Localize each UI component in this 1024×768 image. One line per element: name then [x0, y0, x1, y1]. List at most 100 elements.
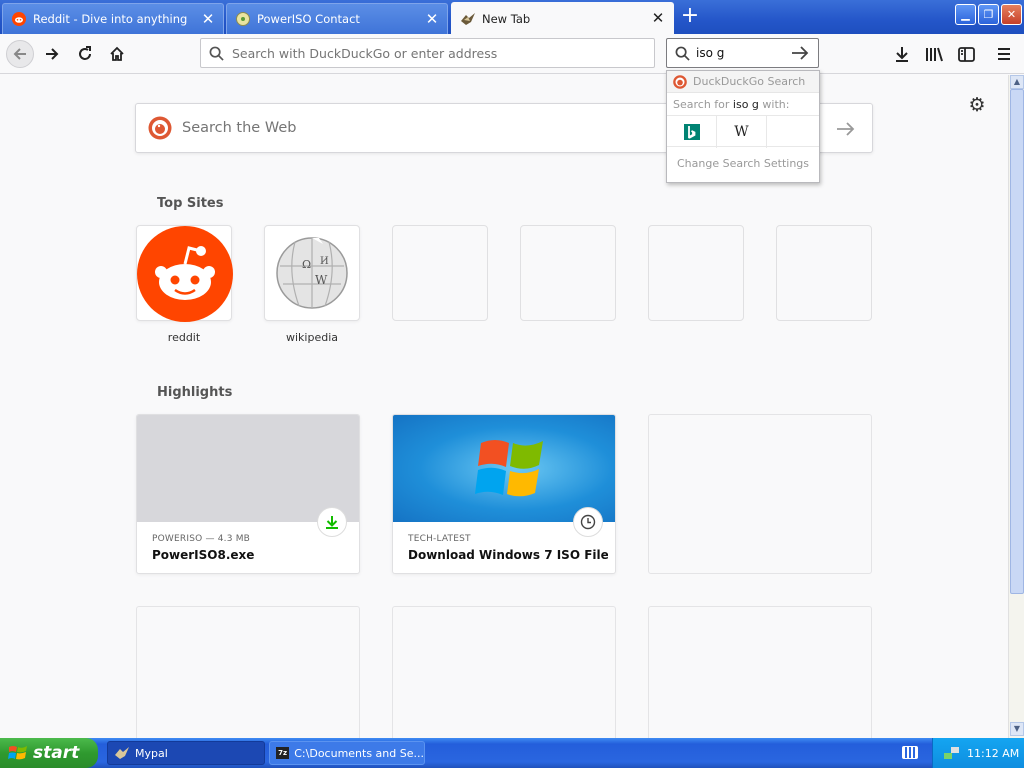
search-icon: [675, 46, 690, 61]
dropdown-header: DuckDuckGo Search: [667, 71, 819, 93]
task-mypal[interactable]: Mypal: [107, 741, 265, 765]
downloads-button[interactable]: [888, 40, 916, 68]
svg-text:И: И: [320, 256, 329, 267]
highlights-heading: Highlights: [157, 385, 233, 400]
gear-icon[interactable]: ⚙: [967, 95, 987, 115]
task-label: Mypal: [135, 746, 168, 760]
download-icon: [317, 507, 347, 537]
tab-poweriso[interactable]: PowerISO Contact ✕: [226, 3, 448, 34]
mypal-app-icon: [115, 747, 129, 759]
address-input[interactable]: [232, 45, 632, 61]
top-site-empty: [520, 225, 616, 321]
back-arrow-icon: [13, 48, 26, 60]
svg-text:Ω: Ω: [302, 258, 311, 271]
restore-button[interactable]: ❐: [978, 4, 999, 25]
hamburger-menu-icon: [998, 48, 1010, 60]
reload-button[interactable]: [71, 40, 99, 68]
search-for-suffix: with:: [758, 97, 790, 111]
new-tab-page: ⚙ Top Sites reddit ΩИW wikipedia Highlig…: [0, 75, 1008, 738]
duckduckgo-logo-icon: [673, 74, 687, 89]
tab-strip: Reddit - Dive into anything ✕ PowerISO C…: [0, 0, 1024, 34]
sidebar-icon: [957, 46, 975, 62]
highlight-card-poweriso[interactable]: POWERISO — 4.3 MB PowerISO8.exe: [136, 414, 360, 574]
windows-flag-icon: [8, 746, 27, 760]
wikipedia-globe-icon: Ω ИW: [276, 237, 348, 309]
engine-name: DuckDuckGo Search: [693, 75, 806, 88]
search-input[interactable]: [696, 46, 791, 60]
library-icon: [926, 47, 943, 62]
task-label: C:\Documents and Se...: [294, 746, 424, 760]
svg-text:W: W: [315, 273, 328, 287]
top-sites-heading: Top Sites: [157, 196, 224, 211]
go-arrow-icon[interactable]: [791, 45, 809, 61]
tab-label: New Tab: [482, 11, 531, 26]
reddit-favicon: [11, 11, 27, 27]
search-for-line: Search for iso g with:: [667, 93, 819, 115]
scroll-down-arrow-icon[interactable]: ▼: [1010, 722, 1024, 736]
scroll-up-arrow-icon[interactable]: ▲: [1010, 75, 1024, 89]
bing-icon: [683, 124, 700, 140]
reload-icon: [79, 46, 91, 60]
network-icon[interactable]: [943, 745, 961, 761]
bing-engine-button[interactable]: [667, 116, 717, 148]
highlight-card-windows7[interactable]: TECH-LATEST Download Windows 7 ISO File …: [392, 414, 616, 574]
close-tab-icon[interactable]: ✕: [425, 11, 439, 26]
search-bar[interactable]: [666, 38, 819, 68]
mypal-favicon: [460, 11, 476, 27]
highlight-empty: [136, 606, 360, 738]
card-thumbnail: [137, 415, 359, 522]
download-icon: [896, 47, 908, 62]
home-button[interactable]: [103, 40, 131, 68]
highlight-empty: [648, 606, 872, 738]
poweriso-favicon: [235, 11, 251, 27]
minimize-button[interactable]: ▁: [955, 4, 976, 25]
engine-slot-empty: [767, 116, 817, 148]
sidebar-button[interactable]: [952, 40, 980, 68]
wikipedia-engine-button[interactable]: W: [717, 116, 767, 148]
card-title: Download Windows 7 ISO File (U...: [408, 548, 608, 562]
windows-logo-icon: [475, 440, 543, 497]
menu-button[interactable]: [990, 40, 1018, 68]
address-bar[interactable]: [200, 38, 655, 68]
engine-list: W: [667, 115, 819, 148]
top-site-label: reddit: [167, 331, 201, 344]
task-7zip[interactable]: 7z C:\Documents and Se...: [269, 741, 425, 765]
forward-button[interactable]: [38, 40, 66, 68]
close-tab-icon[interactable]: ✕: [201, 11, 215, 26]
reddit-logo-icon: [137, 226, 233, 322]
search-arrow-icon[interactable]: [836, 120, 856, 138]
card-title: PowerISO8.exe: [152, 548, 255, 562]
wikipedia-icon: W: [734, 124, 749, 140]
duckduckgo-logo-icon: [148, 116, 172, 140]
clock-icon: [573, 507, 603, 537]
card-meta: POWERISO — 4.3 MB: [152, 534, 251, 544]
top-site-reddit[interactable]: [136, 225, 233, 322]
search-for-prefix: Search for: [673, 97, 733, 111]
vertical-scrollbar[interactable]: ▲ ▼: [1008, 75, 1024, 738]
home-icon: [110, 46, 124, 61]
highlight-empty: [648, 414, 872, 574]
close-window-button[interactable]: ✕: [1001, 4, 1022, 25]
top-site-wikipedia[interactable]: ΩИW: [264, 225, 360, 321]
highlight-empty: [392, 606, 616, 738]
new-tab-button[interactable]: +: [678, 5, 702, 28]
browser-window: Reddit - Dive into anything ✕ PowerISO C…: [0, 0, 1024, 738]
top-site-empty: [776, 225, 872, 321]
tab-label: Reddit - Dive into anything: [33, 12, 188, 26]
top-site-label: wikipedia: [285, 331, 338, 344]
system-tray: 11:12 AM: [932, 738, 1024, 768]
keyboard-icon[interactable]: [902, 746, 918, 759]
close-tab-icon[interactable]: ✕: [651, 11, 665, 26]
card-meta: TECH-LATEST: [408, 534, 471, 544]
library-button[interactable]: [920, 40, 948, 68]
card-thumbnail: [393, 415, 615, 522]
tab-new-tab[interactable]: New Tab ✕: [451, 2, 674, 34]
search-icon: [209, 46, 224, 61]
windows-taskbar: start Mypal 7z C:\Documents and Se... 11…: [0, 738, 1024, 768]
tab-label: PowerISO Contact: [257, 12, 360, 26]
change-search-settings-button[interactable]: Change Search Settings: [667, 147, 819, 179]
back-button[interactable]: [6, 40, 34, 68]
tab-reddit[interactable]: Reddit - Dive into anything ✕: [2, 3, 224, 34]
start-button[interactable]: start: [0, 738, 98, 768]
scroll-thumb[interactable]: [1010, 89, 1024, 594]
